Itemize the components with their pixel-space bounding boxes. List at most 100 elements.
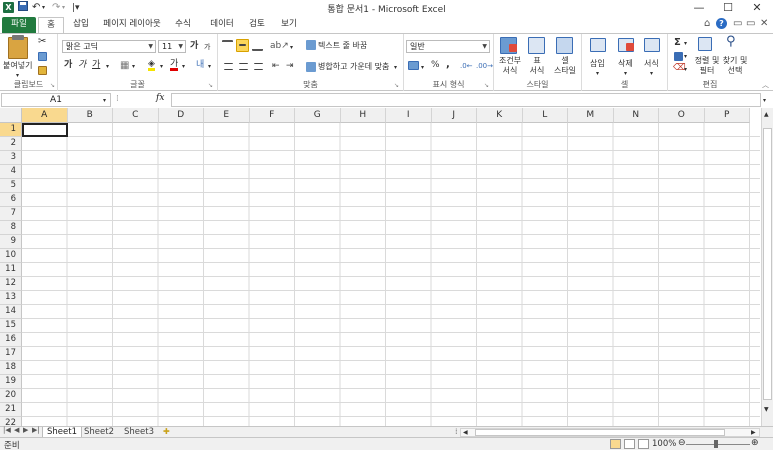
tab-home[interactable]: 홈 bbox=[38, 17, 64, 33]
orientation-icon[interactable]: ab↗ bbox=[270, 41, 289, 52]
zoom-out-icon[interactable]: ⊖ bbox=[678, 438, 686, 449]
name-box-dropdown-icon[interactable]: ▾ bbox=[103, 95, 106, 106]
formula-bar-resize-icon[interactable]: ⁞ bbox=[116, 94, 119, 105]
fill-color-icon[interactable]: ◈ bbox=[148, 60, 155, 71]
format-painter-icon[interactable] bbox=[38, 66, 47, 75]
phonetic-dropdown-icon[interactable]: ▾ bbox=[208, 61, 211, 72]
row-header-20[interactable]: 20 bbox=[0, 389, 22, 403]
row-header-13[interactable]: 13 bbox=[0, 291, 22, 305]
row-header-11[interactable]: 11 bbox=[0, 263, 22, 277]
row-header-8[interactable]: 8 bbox=[0, 221, 22, 235]
zoom-slider-knob[interactable] bbox=[714, 440, 718, 448]
horizontal-scrollbar[interactable]: ◀ ▶ bbox=[460, 428, 760, 437]
column-header-o[interactable]: O bbox=[659, 108, 705, 123]
column-header-h[interactable]: H bbox=[340, 108, 386, 123]
border-icon[interactable]: ▦ bbox=[120, 60, 129, 71]
conditional-format-button[interactable]: 조건부 서식 bbox=[496, 56, 524, 76]
column-header-m[interactable]: M bbox=[568, 108, 614, 123]
decrease-indent-icon[interactable]: ⇤ bbox=[272, 61, 280, 72]
orientation-dropdown-icon[interactable]: ▾ bbox=[290, 42, 293, 53]
shrink-font-button[interactable]: 가 bbox=[204, 42, 210, 53]
font-name-dropdown[interactable]: 맑은 고딕 ▼ bbox=[62, 40, 156, 53]
cut-icon[interactable]: ✂ bbox=[38, 36, 46, 47]
increase-indent-icon[interactable]: ⇥ bbox=[286, 61, 294, 72]
column-header-l[interactable]: L bbox=[522, 108, 568, 123]
phonetic-icon[interactable]: 내 bbox=[196, 60, 204, 71]
column-header-a[interactable]: A bbox=[22, 108, 68, 123]
copy-icon[interactable] bbox=[38, 52, 47, 61]
name-box[interactable]: A1 bbox=[1, 93, 111, 107]
zoom-level[interactable]: 100% bbox=[652, 439, 676, 449]
font-launcher-icon[interactable]: ↘ bbox=[208, 80, 213, 91]
workbook-restore-icon[interactable]: ▭ bbox=[746, 18, 755, 29]
row-header-5[interactable]: 5 bbox=[0, 179, 22, 193]
workbook-close-icon[interactable]: ✕ bbox=[760, 18, 768, 29]
insert-dropdown-icon[interactable]: ▾ bbox=[596, 68, 599, 79]
alignment-launcher-icon[interactable]: ↘ bbox=[394, 80, 399, 91]
row-header-6[interactable]: 6 bbox=[0, 193, 22, 207]
tab-review[interactable]: 검토 bbox=[244, 17, 270, 33]
vertical-scrollbar[interactable]: ▲ ▼ bbox=[761, 108, 773, 426]
column-header-p[interactable]: P bbox=[704, 108, 750, 123]
format-dropdown-icon[interactable]: ▾ bbox=[650, 68, 653, 79]
column-header-d[interactable]: D bbox=[158, 108, 204, 123]
column-header-i[interactable]: I bbox=[386, 108, 432, 123]
column-header-k[interactable]: K bbox=[477, 108, 523, 123]
scroll-down-icon[interactable]: ▼ bbox=[764, 404, 769, 415]
row-header-10[interactable]: 10 bbox=[0, 249, 22, 263]
active-cell[interactable] bbox=[22, 123, 68, 137]
row-header-14[interactable]: 14 bbox=[0, 305, 22, 319]
underline-button[interactable]: 가 bbox=[92, 60, 100, 71]
column-header-b[interactable]: B bbox=[67, 108, 113, 123]
row-header-3[interactable]: 3 bbox=[0, 151, 22, 165]
grow-font-button[interactable]: 가 bbox=[190, 41, 198, 52]
row-header-4[interactable]: 4 bbox=[0, 165, 22, 179]
row-header-1[interactable]: 1 bbox=[0, 123, 22, 137]
tab-formulas[interactable]: 수식 bbox=[170, 17, 196, 33]
autosum-button[interactable]: Σ bbox=[674, 37, 681, 48]
column-header-j[interactable]: J bbox=[431, 108, 477, 123]
tab-split-handle-icon[interactable]: ⁞ bbox=[455, 427, 458, 436]
cell-area[interactable] bbox=[22, 123, 760, 426]
tab-view[interactable]: 보기 bbox=[276, 17, 302, 33]
increase-decimal-icon[interactable]: .0← bbox=[460, 61, 473, 72]
row-header-12[interactable]: 12 bbox=[0, 277, 22, 291]
page-break-view-button[interactable] bbox=[638, 439, 649, 449]
clipboard-launcher-icon[interactable]: ↘ bbox=[50, 80, 55, 91]
ribbon-collapse-icon[interactable]: ⌂ bbox=[704, 18, 710, 29]
font-size-dropdown[interactable]: 11 ▼ bbox=[158, 40, 186, 53]
clear-dropdown-icon[interactable]: ▾ bbox=[684, 64, 687, 75]
paste-icon[interactable] bbox=[8, 37, 28, 59]
fill-icon[interactable] bbox=[674, 52, 683, 61]
row-header-15[interactable]: 15 bbox=[0, 319, 22, 333]
insert-sheet-icon[interactable]: ✚ bbox=[163, 427, 170, 436]
zoom-slider[interactable] bbox=[686, 444, 750, 445]
decrease-decimal-icon[interactable]: .00→ bbox=[476, 61, 493, 72]
tab-file[interactable]: 파일 bbox=[2, 17, 36, 33]
row-header-9[interactable]: 9 bbox=[0, 235, 22, 249]
align-right-icon[interactable] bbox=[254, 63, 263, 70]
workbook-minimize-icon[interactable]: ▭ bbox=[733, 18, 742, 29]
help-icon[interactable]: ? bbox=[716, 18, 727, 29]
row-header-16[interactable]: 16 bbox=[0, 333, 22, 347]
font-color-dropdown-icon[interactable]: ▾ bbox=[182, 61, 185, 72]
column-header-g[interactable]: G bbox=[295, 108, 341, 123]
percent-button[interactable]: % bbox=[431, 60, 440, 71]
number-format-dropdown[interactable]: 일반 ▼ bbox=[406, 40, 490, 53]
page-layout-view-button[interactable] bbox=[624, 439, 635, 449]
fill-color-dropdown-icon[interactable]: ▾ bbox=[160, 61, 163, 72]
accounting-format-icon[interactable] bbox=[408, 61, 419, 70]
close-button[interactable]: ✕ bbox=[742, 0, 772, 16]
column-header-n[interactable]: N bbox=[613, 108, 659, 123]
row-header-19[interactable]: 19 bbox=[0, 375, 22, 389]
merge-center-button[interactable]: 병합하고 가운데 맞춤 bbox=[318, 61, 389, 72]
zoom-in-icon[interactable]: ⊕ bbox=[751, 438, 759, 449]
merge-dropdown-icon[interactable]: ▾ bbox=[394, 62, 397, 73]
font-color-button[interactable]: 가 bbox=[170, 60, 179, 71]
cell-styles-button[interactable]: 셀 스타일 bbox=[550, 56, 580, 76]
fill-dropdown-icon[interactable]: ▾ bbox=[684, 51, 687, 62]
column-header-c[interactable]: C bbox=[113, 108, 159, 123]
autosum-dropdown-icon[interactable]: ▾ bbox=[684, 38, 687, 49]
formula-input[interactable] bbox=[171, 93, 761, 107]
restore-button[interactable]: ☐ bbox=[713, 0, 743, 16]
